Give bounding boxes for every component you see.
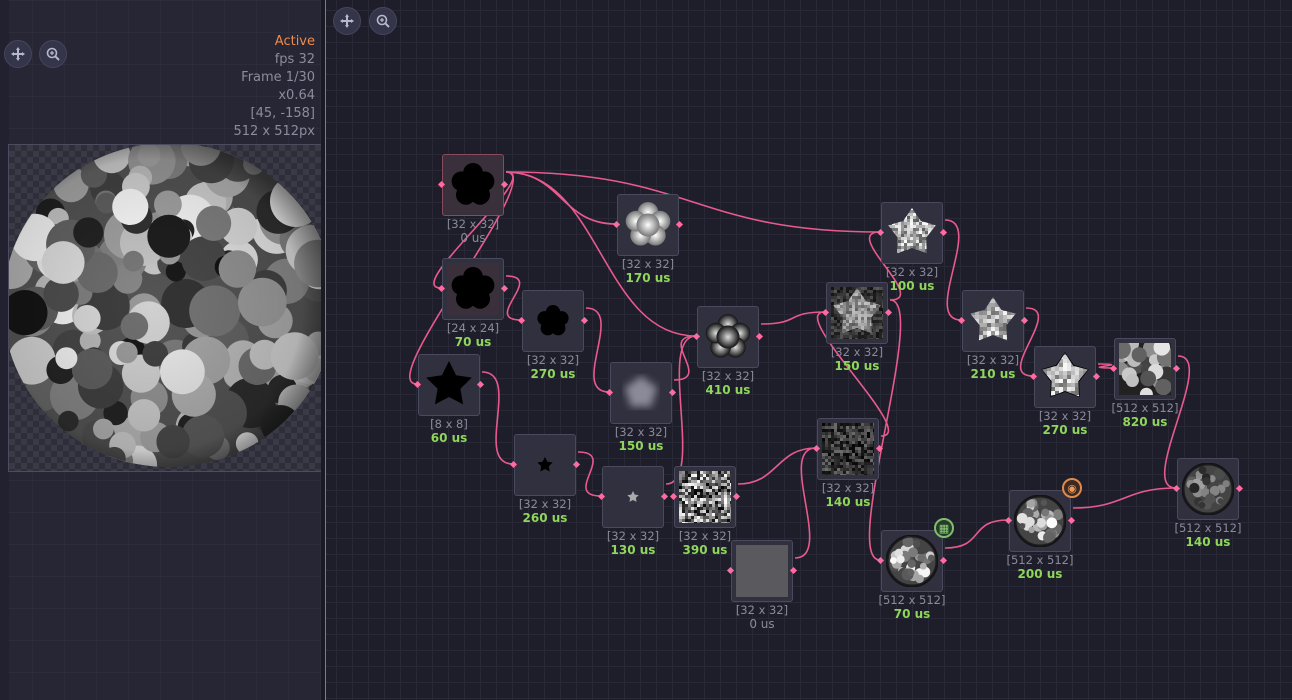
node-thumbnail — [831, 287, 883, 339]
graph-node[interactable] — [1172, 458, 1244, 520]
preview-size: 512 x 512px — [233, 124, 315, 139]
graph-node[interactable] — [876, 202, 948, 264]
node-thumbnail — [1039, 351, 1091, 403]
preview-panel: Active fps 32 Frame 1/30 x0.64 [45, -158… — [0, 0, 321, 700]
node-thumbnail — [527, 295, 579, 347]
graph-node[interactable] — [957, 290, 1029, 352]
connection-wire[interactable] — [505, 171, 881, 233]
graph-node[interactable] — [1004, 490, 1076, 552]
node-thumbnail — [607, 471, 659, 523]
node-thumbnail — [967, 295, 1019, 347]
preview-image[interactable] — [8, 144, 321, 472]
node-thumbnail — [886, 535, 938, 587]
graph-node[interactable] — [605, 362, 677, 424]
move-cross-icon[interactable] — [4, 40, 32, 68]
magnifier-plus-icon[interactable] — [39, 40, 67, 68]
node-thumbnail — [1182, 463, 1234, 515]
graph-node[interactable] — [876, 530, 948, 592]
graph-node[interactable] — [437, 258, 509, 320]
connection-wire[interactable] — [577, 451, 602, 497]
node-graph[interactable]: [32 x 32] 0 us [32 x 32] 170 us [24 x 24] 70 … — [326, 0, 1292, 700]
node-thumbnail — [615, 367, 667, 419]
graph-node[interactable] — [437, 154, 509, 216]
node-thumbnail — [1014, 495, 1066, 547]
node-thumbnail — [679, 471, 731, 523]
node-thumbnail — [886, 207, 938, 259]
connection-wire[interactable] — [481, 371, 514, 465]
graph-node[interactable] — [509, 434, 581, 496]
connection-wire[interactable] — [505, 171, 617, 225]
eye-icon[interactable]: ◉ — [1062, 478, 1082, 498]
node-thumbnail — [447, 263, 499, 315]
preview-stats: Active fps 32 Frame 1/30 x0.64 [45, -158… — [233, 33, 315, 141]
graph-node[interactable] — [812, 418, 884, 480]
grid-graph-icon[interactable]: ▦ — [934, 518, 954, 538]
preview-frame: Frame 1/30 — [241, 70, 315, 85]
graph-node[interactable] — [612, 194, 684, 256]
move-cross-icon[interactable] — [333, 7, 361, 35]
connection-wire[interactable] — [585, 307, 610, 393]
node-thumbnail — [519, 439, 571, 491]
graph-node[interactable] — [669, 466, 741, 528]
node-thumbnail — [736, 545, 788, 597]
node-thumbnail — [423, 359, 475, 411]
graph-node[interactable] — [517, 290, 589, 352]
connection-wire[interactable] — [760, 311, 826, 325]
node-thumbnail — [622, 199, 674, 251]
graph-node[interactable] — [413, 354, 485, 416]
graph-node[interactable] — [1109, 338, 1181, 400]
preview-position: [45, -158] — [250, 106, 315, 121]
graph-node[interactable] — [1029, 346, 1101, 408]
preview-status: Active — [274, 34, 315, 49]
connection-wire[interactable] — [944, 519, 1009, 549]
node-thumbnail — [1119, 343, 1171, 395]
connection-wire[interactable] — [794, 447, 817, 559]
preview-zoom: x0.64 — [278, 88, 315, 103]
node-thumbnail — [702, 311, 754, 363]
graph-node[interactable] — [726, 540, 798, 602]
connection-wire[interactable] — [944, 219, 962, 321]
node-thumbnail — [447, 159, 499, 211]
graph-node[interactable] — [597, 466, 669, 528]
connection-wire[interactable] — [1072, 487, 1177, 509]
graph-node[interactable] — [692, 306, 764, 368]
preview-fps: fps 32 — [274, 52, 315, 67]
connection-wire[interactable] — [505, 275, 522, 321]
magnifier-plus-icon[interactable] — [369, 7, 397, 35]
graph-node[interactable] — [821, 282, 893, 344]
node-thumbnail — [822, 423, 874, 475]
